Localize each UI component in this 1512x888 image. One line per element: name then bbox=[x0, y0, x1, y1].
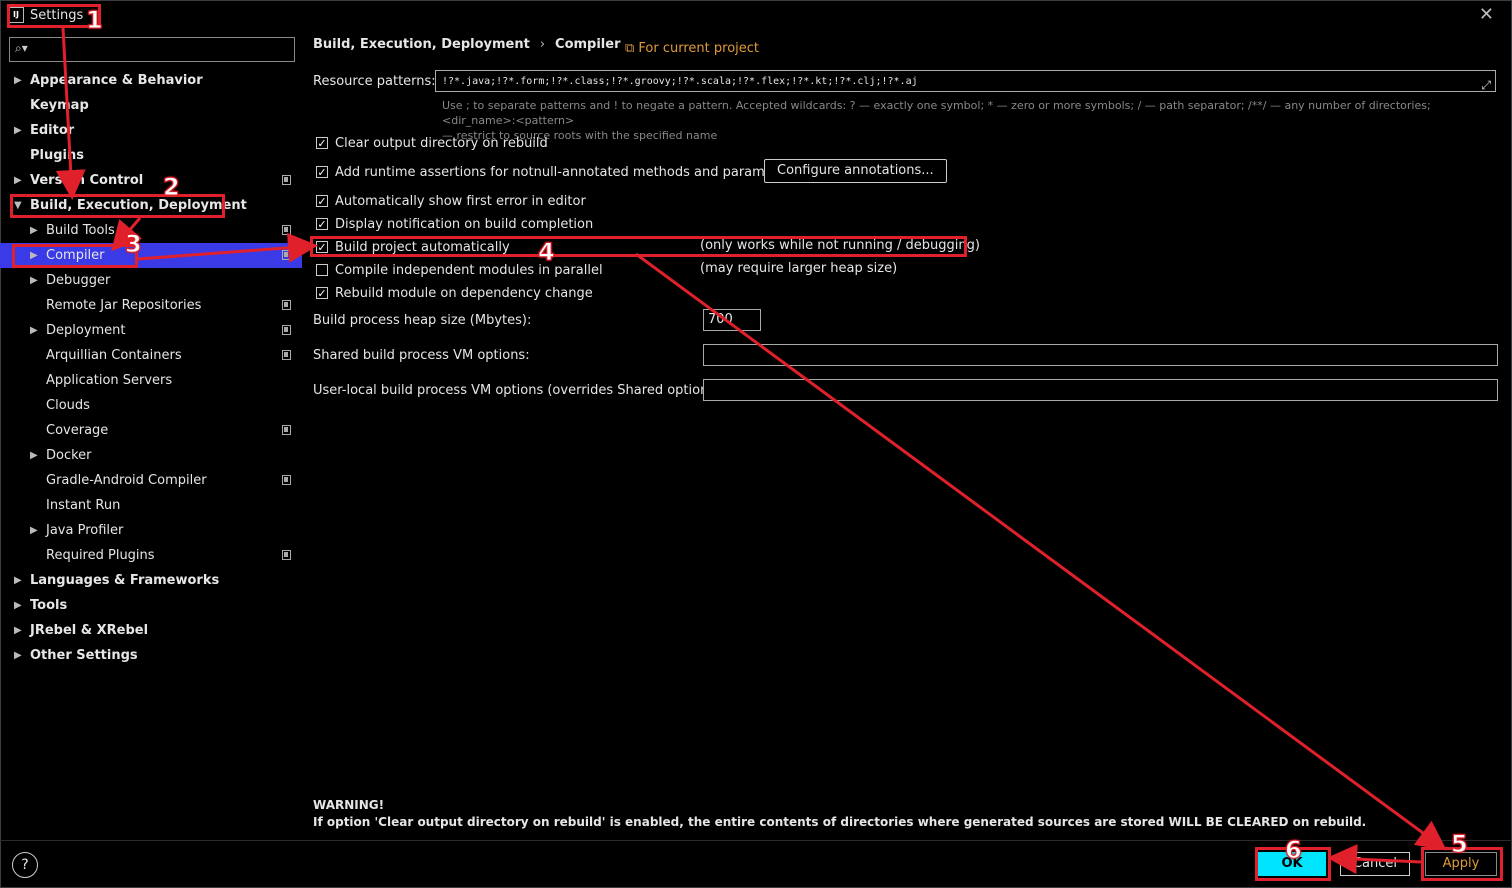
annotation-number-5: 5 bbox=[1451, 830, 1469, 859]
annotation-arrows bbox=[55, 27, 1447, 875]
arrow-1-to-2 bbox=[55, 27, 86, 200]
annotation-number-2: 2 bbox=[163, 173, 181, 202]
annotation-number-3: 3 bbox=[125, 230, 143, 259]
arrow-3-to-4 bbox=[137, 232, 318, 263]
annotation-number-4: 4 bbox=[538, 238, 556, 267]
arrow-4-to-5 bbox=[635, 252, 1447, 851]
arrow-5-to-6 bbox=[1327, 844, 1422, 875]
annotation-number-1: 1 bbox=[86, 6, 104, 35]
annotation-number-6: 6 bbox=[1285, 836, 1303, 865]
